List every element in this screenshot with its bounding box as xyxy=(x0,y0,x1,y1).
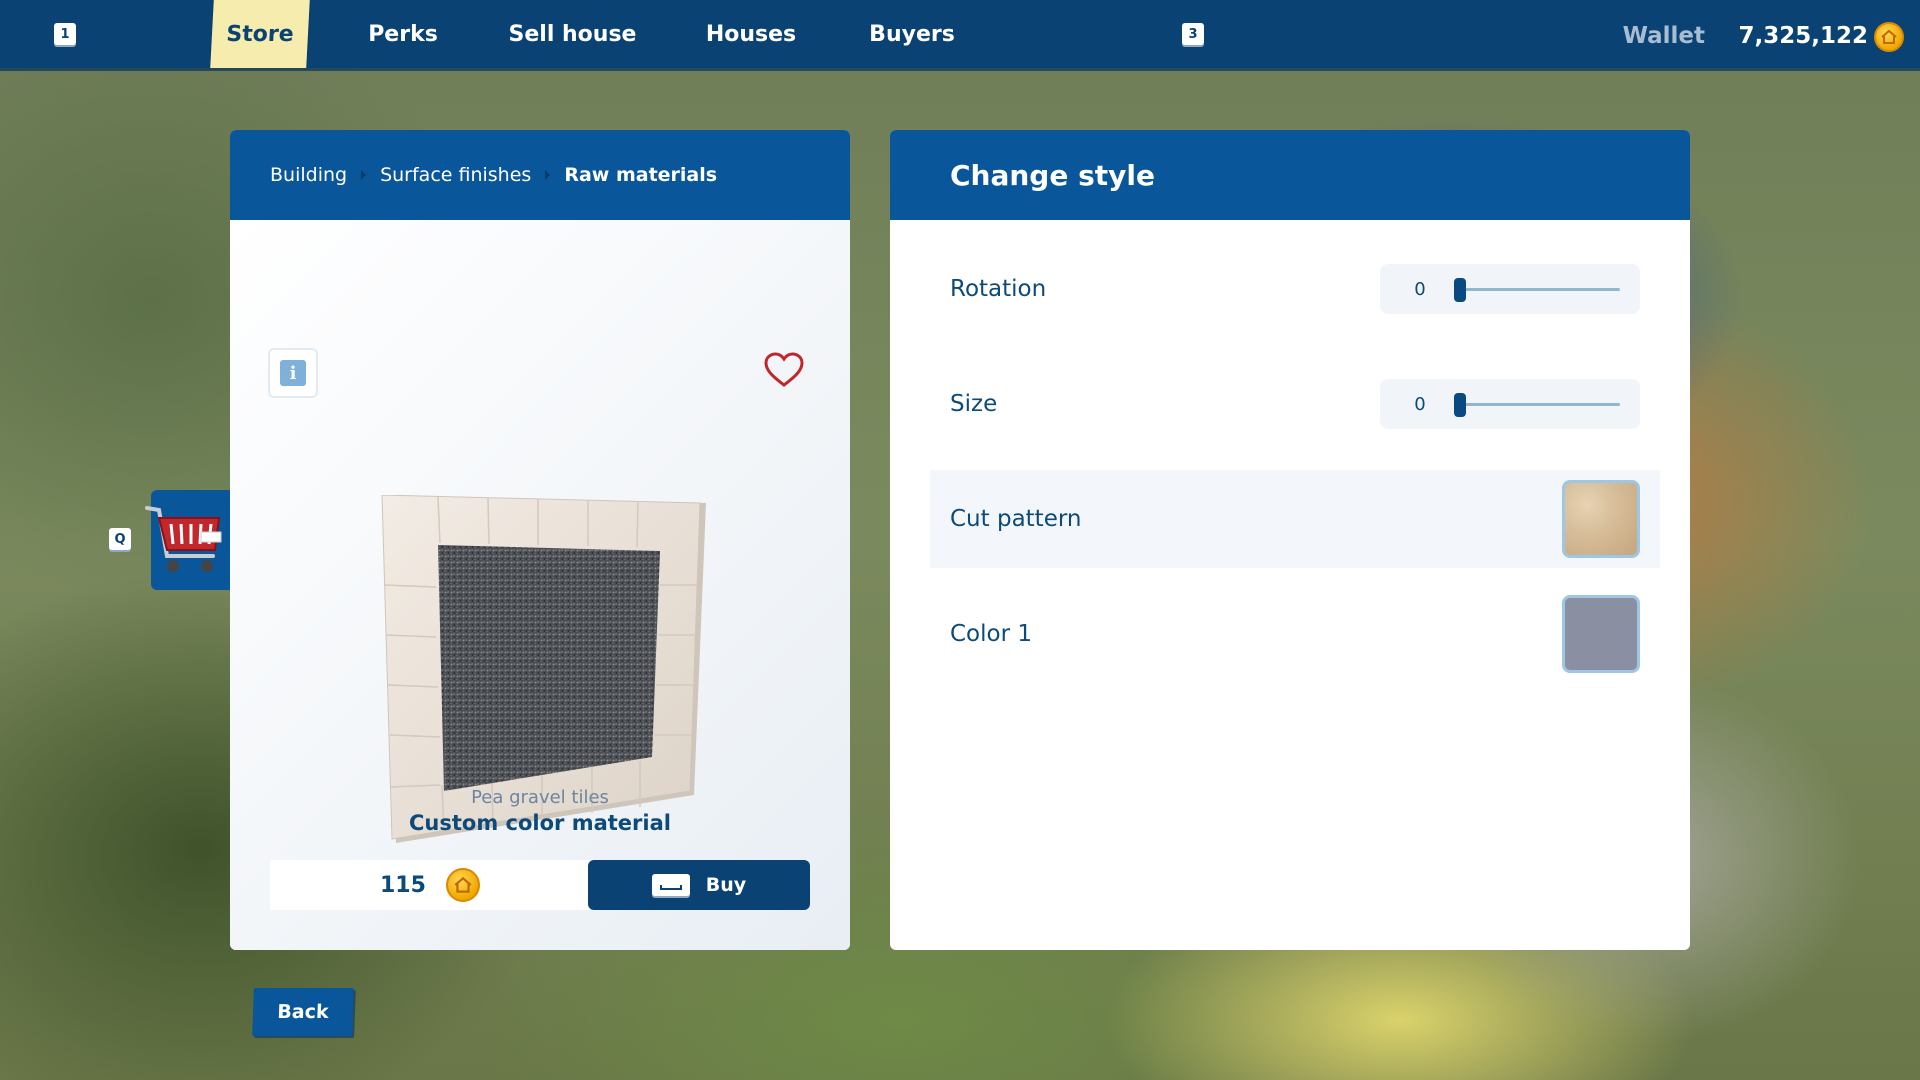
breadcrumb-building[interactable]: Building xyxy=(270,164,347,186)
size-slider[interactable]: 0 xyxy=(1380,379,1640,429)
color-1-swatch[interactable] xyxy=(1562,595,1640,673)
breadcrumb-separator-icon xyxy=(545,170,551,180)
size-slider-handle[interactable] xyxy=(1454,393,1466,417)
tab-buyers[interactable]: Buyers xyxy=(862,0,962,68)
rotation-slider-track[interactable] xyxy=(1454,278,1620,302)
heart-icon[interactable] xyxy=(764,352,804,388)
cut-pattern-swatch[interactable] xyxy=(1562,480,1640,558)
tab-perks[interactable]: Perks xyxy=(358,0,448,68)
prev-tab-key-hint: 1 xyxy=(54,23,76,45)
cut-pattern-row[interactable]: Cut pattern xyxy=(930,470,1660,568)
color-1-row[interactable]: Color 1 xyxy=(930,585,1660,683)
product-name: Custom color material xyxy=(409,811,671,835)
next-tab-key-hint: 3 xyxy=(1182,23,1204,45)
cut-pattern-label: Cut pattern xyxy=(950,506,1082,532)
breadcrumb-raw-materials: Raw materials xyxy=(564,164,718,186)
buy-button[interactable]: Buy xyxy=(588,860,810,910)
info-button[interactable]: i xyxy=(270,350,316,396)
color-1-label: Color 1 xyxy=(950,621,1032,647)
product-panel: Building Surface finishes Raw materials … xyxy=(230,130,850,950)
cart-key-hint: Q xyxy=(109,528,131,550)
tab-store[interactable]: Store xyxy=(210,0,310,68)
info-icon: i xyxy=(280,360,306,386)
breadcrumb: Building Surface finishes Raw materials xyxy=(270,130,717,220)
size-value: 0 xyxy=(1414,393,1426,415)
wallet-balance: 7,325,122 xyxy=(1738,23,1869,49)
change-style-header: Change style xyxy=(890,130,1690,220)
back-button[interactable]: Back xyxy=(252,988,354,1036)
rotation-slider-handle[interactable] xyxy=(1454,278,1466,302)
house-coin-icon xyxy=(1874,22,1904,52)
breadcrumb-separator-icon xyxy=(361,170,367,180)
size-label: Size xyxy=(950,391,998,417)
size-slider-track[interactable] xyxy=(1454,393,1620,417)
buy-button-label: Buy xyxy=(705,874,747,896)
cart-tab[interactable] xyxy=(145,490,231,590)
product-category: Pea gravel tiles xyxy=(471,787,609,808)
size-row: Size 0 xyxy=(930,355,1660,453)
product-preview-area: i Pea gravel tiles Custom color material… xyxy=(230,220,850,950)
shopping-cart-icon xyxy=(145,506,222,572)
tab-sell-house[interactable]: Sell house xyxy=(505,0,640,68)
breadcrumb-surface-finishes[interactable]: Surface finishes xyxy=(380,164,531,186)
wallet-label: Wallet xyxy=(1622,23,1705,49)
rotation-row: Rotation 0 xyxy=(930,240,1660,338)
rotation-slider[interactable]: 0 xyxy=(1380,264,1640,314)
rotation-value: 0 xyxy=(1414,278,1426,300)
change-style-panel: Change style Rotation 0 Size 0 Cut patte… xyxy=(890,130,1690,950)
tab-houses[interactable]: Houses xyxy=(700,0,802,68)
rotation-label: Rotation xyxy=(950,276,1047,302)
top-navigation-bar: 1 Store Perks Sell house Houses Buyers 3… xyxy=(0,0,1920,68)
product-panel-header: Building Surface finishes Raw materials xyxy=(230,130,850,220)
change-style-title: Change style xyxy=(950,158,1155,192)
spacebar-key-icon xyxy=(651,874,690,896)
price-display: 115 xyxy=(270,860,590,910)
house-coin-icon xyxy=(446,868,480,902)
price-value: 115 xyxy=(380,872,426,898)
